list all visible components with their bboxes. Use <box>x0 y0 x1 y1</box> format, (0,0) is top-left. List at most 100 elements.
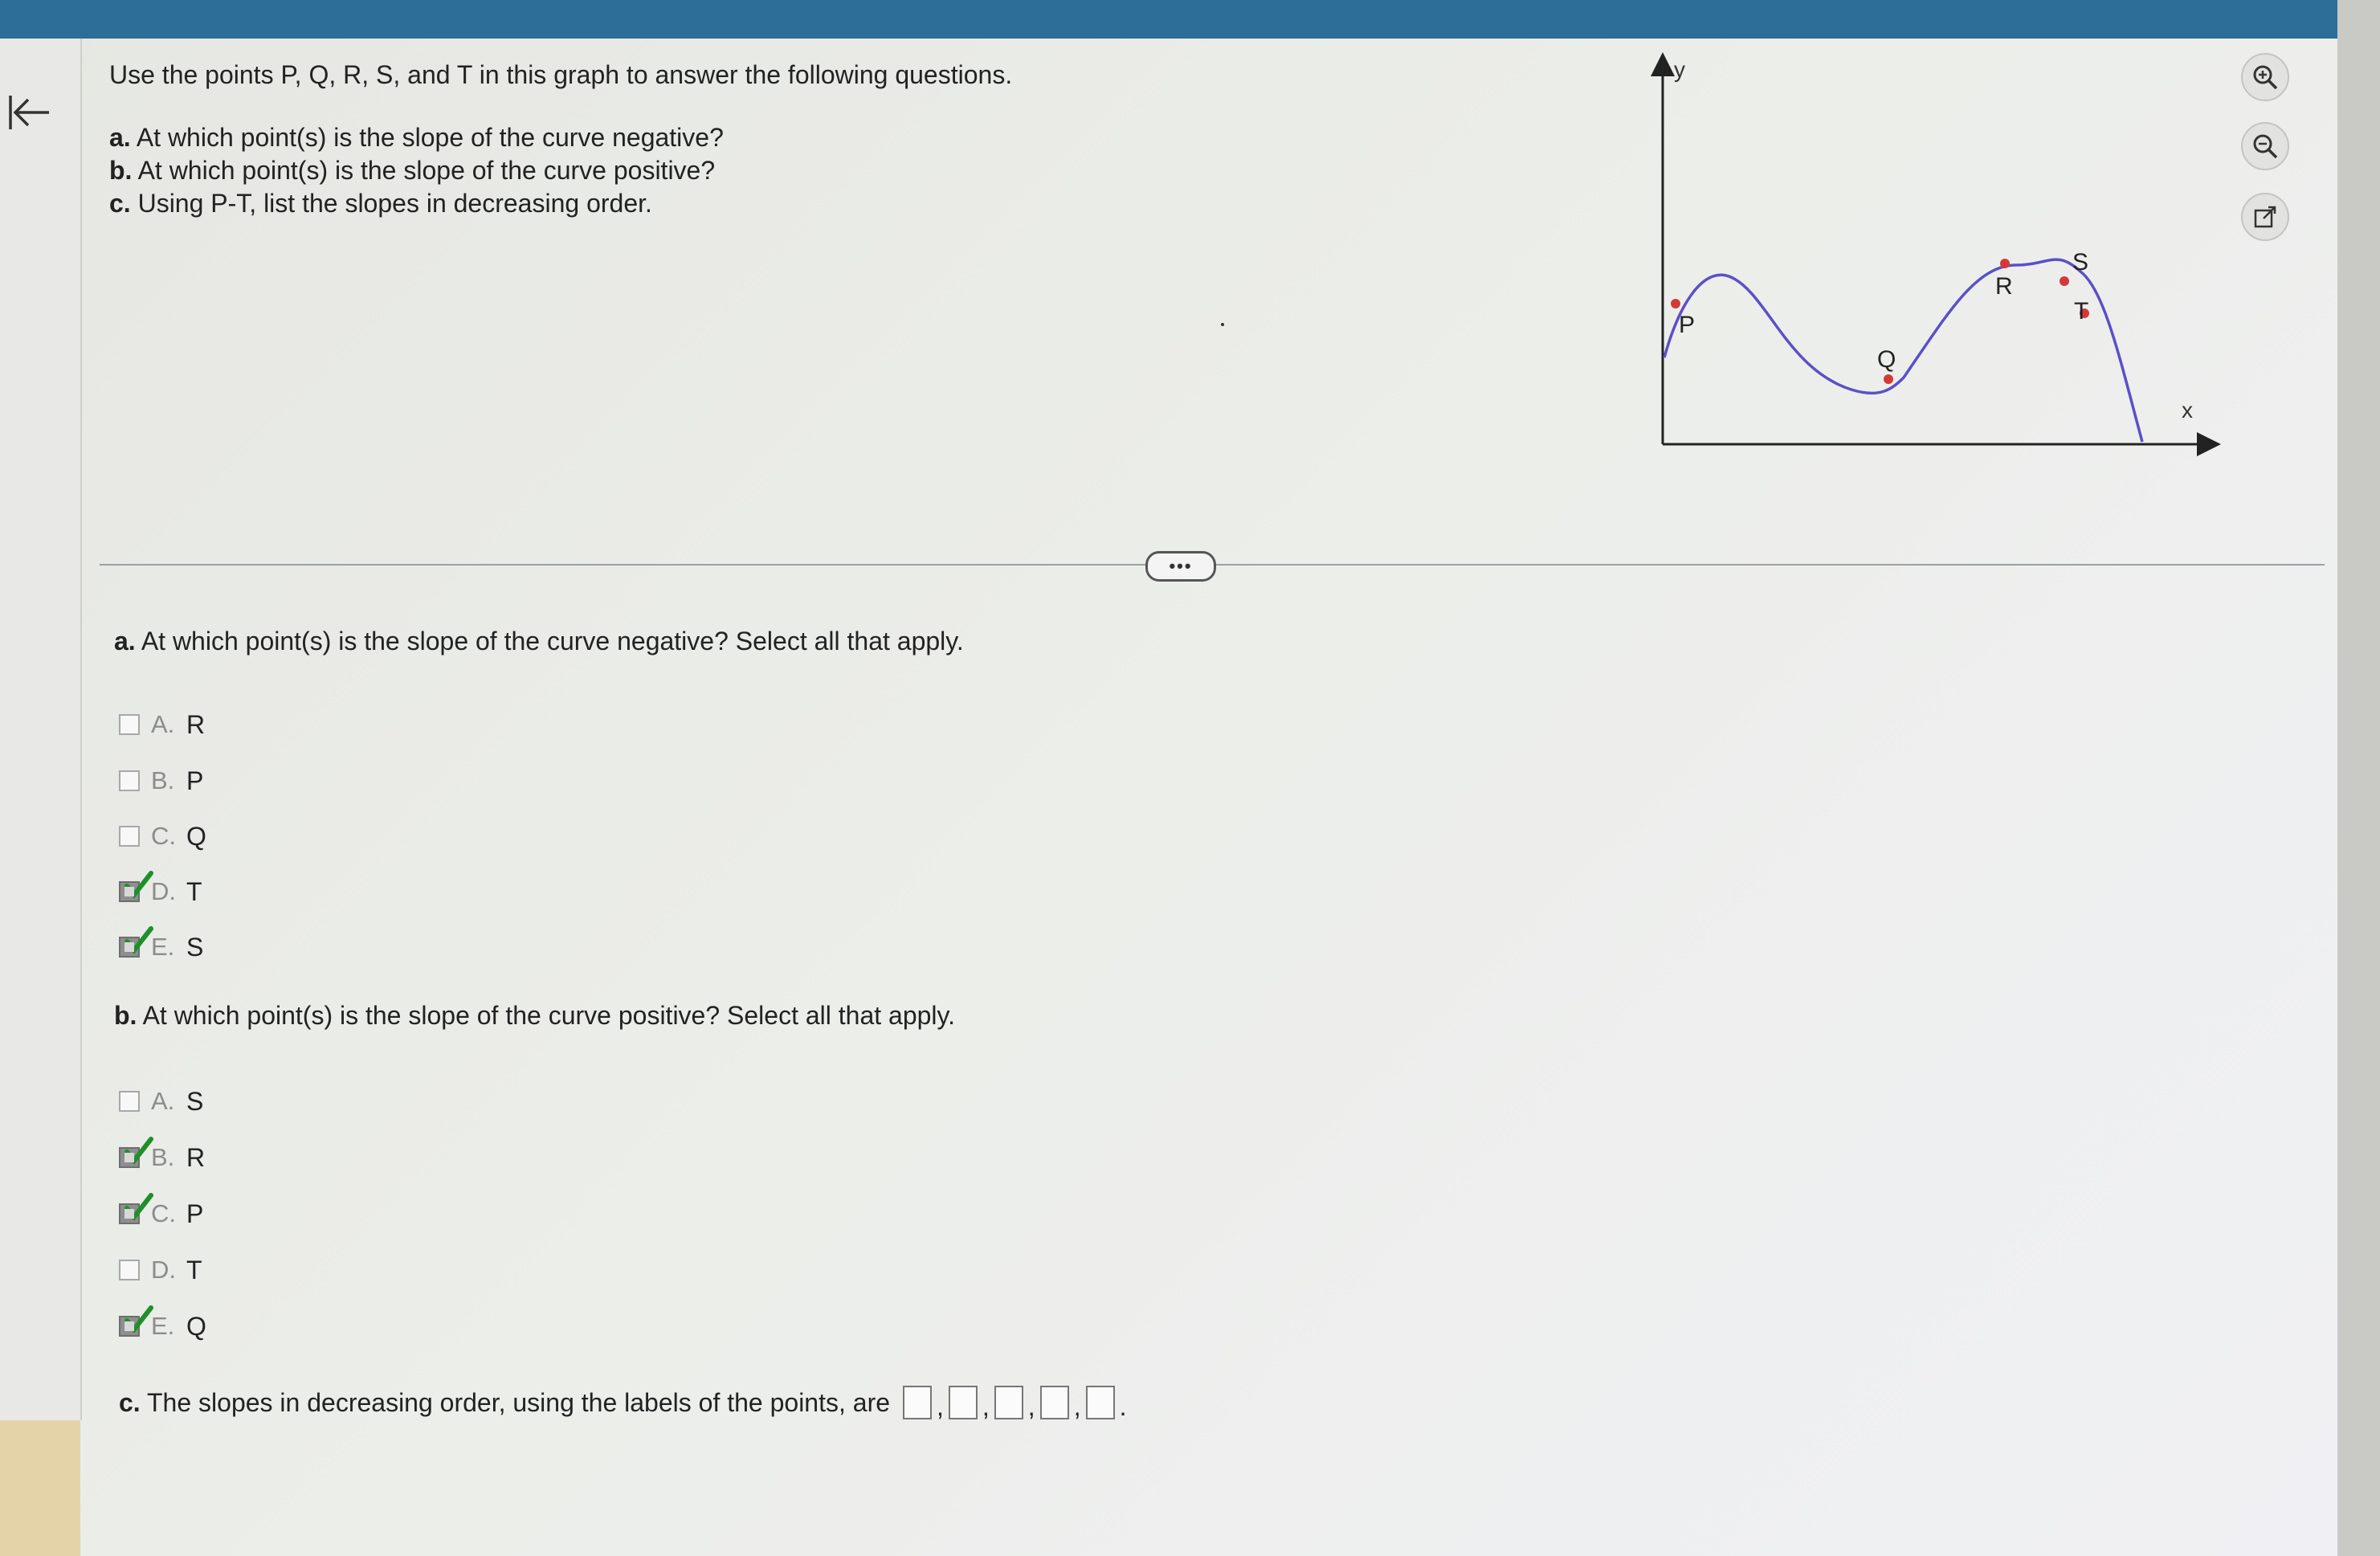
left-strip-footer <box>0 1420 80 1556</box>
zoom-in-icon <box>2253 65 2278 90</box>
checkbox-checked[interactable] <box>119 926 153 958</box>
popout-button[interactable] <box>2241 193 2289 241</box>
checkbox[interactable] <box>119 826 140 847</box>
option-letter: C. <box>151 822 176 850</box>
zoom-in-button[interactable] <box>2241 53 2289 101</box>
checkmark-icon <box>125 926 153 954</box>
part-b-option-b[interactable]: B. R <box>119 1137 206 1175</box>
option-value: R <box>186 709 206 739</box>
label-q: Q <box>1877 346 1896 373</box>
option-value: R <box>186 1142 206 1172</box>
answer-box-4[interactable] <box>1039 1386 1069 1419</box>
part-a-option-b[interactable]: B. P <box>119 763 203 798</box>
part-b-option-d[interactable]: D. T <box>119 1252 202 1288</box>
part-c-text: The slopes in decreasing order, using th… <box>140 1387 891 1417</box>
part-c-row: c. The slopes in decreasing order, using… <box>119 1383 1128 1422</box>
part-a-question: a. At which point(s) is the slope of the… <box>114 627 964 656</box>
part-a-option-d[interactable]: D. T <box>119 871 202 909</box>
part-a-option-e[interactable]: E. S <box>119 926 204 965</box>
stray-dot <box>1221 323 1224 326</box>
checkbox[interactable] <box>119 1260 140 1280</box>
separator: , <box>1027 1392 1035 1421</box>
option-value: S <box>186 932 204 962</box>
option-letter: D. <box>151 877 176 905</box>
intro-c-text: Using P-T, list the slopes in decreasing… <box>130 189 652 218</box>
option-letter: E. <box>151 933 175 961</box>
answer-box-3[interactable] <box>994 1386 1023 1419</box>
option-letter: C. <box>151 1199 176 1227</box>
top-header-bar <box>0 0 2380 39</box>
point-r <box>2000 259 2010 268</box>
intro-b-label: b. <box>109 156 133 185</box>
point-p <box>1671 299 1680 308</box>
checkmark-icon <box>125 1305 153 1333</box>
y-axis-label: y <box>1674 57 1685 82</box>
checkbox[interactable] <box>119 770 140 791</box>
left-nav-strip <box>0 39 82 1420</box>
answer-box-2[interactable] <box>948 1386 978 1419</box>
part-b-option-a[interactable]: A. S <box>119 1084 203 1119</box>
curve-line <box>1663 258 2144 443</box>
popout-icon <box>2254 206 2276 228</box>
option-value: Q <box>186 1311 206 1341</box>
label-p: P <box>1679 312 1695 338</box>
option-letter: D. <box>151 1256 176 1284</box>
separator: , <box>1073 1392 1081 1421</box>
intro-a-label: a. <box>109 123 131 152</box>
option-value: Q <box>186 821 206 851</box>
divider-handle[interactable]: ••• <box>1145 551 1216 582</box>
part-a-option-a[interactable]: A. R <box>119 707 205 742</box>
part-a-option-c[interactable]: C. Q <box>119 819 206 854</box>
intro-b-text: At which point(s) is the slope of the cu… <box>132 156 716 185</box>
label-t: T <box>2074 298 2088 325</box>
option-value: T <box>186 1255 202 1284</box>
part-c-question: c. The slopes in decreasing order, using… <box>119 1388 890 1418</box>
period: . <box>1119 1392 1127 1421</box>
checkbox-checked[interactable] <box>119 1193 153 1224</box>
intro-question-a: a. At which point(s) is the slope of the… <box>109 123 724 153</box>
option-letter: B. <box>151 766 175 794</box>
intro-a-text: At which point(s) is the slope of the cu… <box>130 123 724 152</box>
separator: , <box>982 1392 990 1421</box>
checkbox-checked[interactable] <box>119 871 153 902</box>
part-b-text: At which point(s) is the slope of the cu… <box>137 1001 956 1030</box>
back-button[interactable] <box>0 84 56 141</box>
checkmark-icon <box>125 1193 153 1221</box>
zoom-out-button[interactable] <box>2241 122 2289 170</box>
checkbox-checked[interactable] <box>119 1137 153 1168</box>
option-value: T <box>186 876 202 906</box>
intro-c-label: c. <box>109 189 131 218</box>
window-edge <box>2337 0 2380 1556</box>
curve-graph: y x P Q R S T <box>1651 52 2221 456</box>
option-value: P <box>186 766 204 795</box>
back-arrow-icon <box>9 96 49 129</box>
point-s <box>2060 276 2069 286</box>
part-a-label: a. <box>114 627 136 655</box>
option-value: P <box>186 1199 204 1228</box>
option-value: S <box>186 1086 204 1116</box>
checkbox[interactable] <box>119 1091 140 1112</box>
x-axis-label: x <box>2182 398 2193 423</box>
part-b-question: b. At which point(s) is the slope of the… <box>114 1001 955 1031</box>
checkbox[interactable] <box>119 714 140 735</box>
checkmark-icon <box>125 1137 153 1165</box>
part-b-option-e[interactable]: E. Q <box>119 1305 206 1344</box>
label-r: R <box>1995 273 2013 300</box>
option-letter: A. <box>151 1087 175 1115</box>
answer-box-1[interactable] <box>903 1386 933 1419</box>
option-letter: B. <box>151 1143 175 1171</box>
label-s: S <box>2072 249 2088 276</box>
answer-box-5[interactable] <box>1085 1386 1115 1419</box>
intro-text: Use the points P, Q, R, S, and T in this… <box>109 60 1013 89</box>
option-letter: E. <box>151 1312 175 1340</box>
intro-question-c: c. Using P-T, list the slopes in decreas… <box>109 189 652 218</box>
option-letter: A. <box>151 710 175 738</box>
checkmark-icon <box>125 871 153 899</box>
checkbox-checked[interactable] <box>119 1305 153 1337</box>
point-q <box>1884 374 1893 384</box>
intro-question-b: b. At which point(s) is the slope of the… <box>109 156 715 186</box>
zoom-out-icon <box>2253 134 2278 159</box>
separator: , <box>937 1392 944 1421</box>
part-b-option-c[interactable]: C. P <box>119 1193 204 1231</box>
part-b-label: b. <box>114 1001 137 1030</box>
